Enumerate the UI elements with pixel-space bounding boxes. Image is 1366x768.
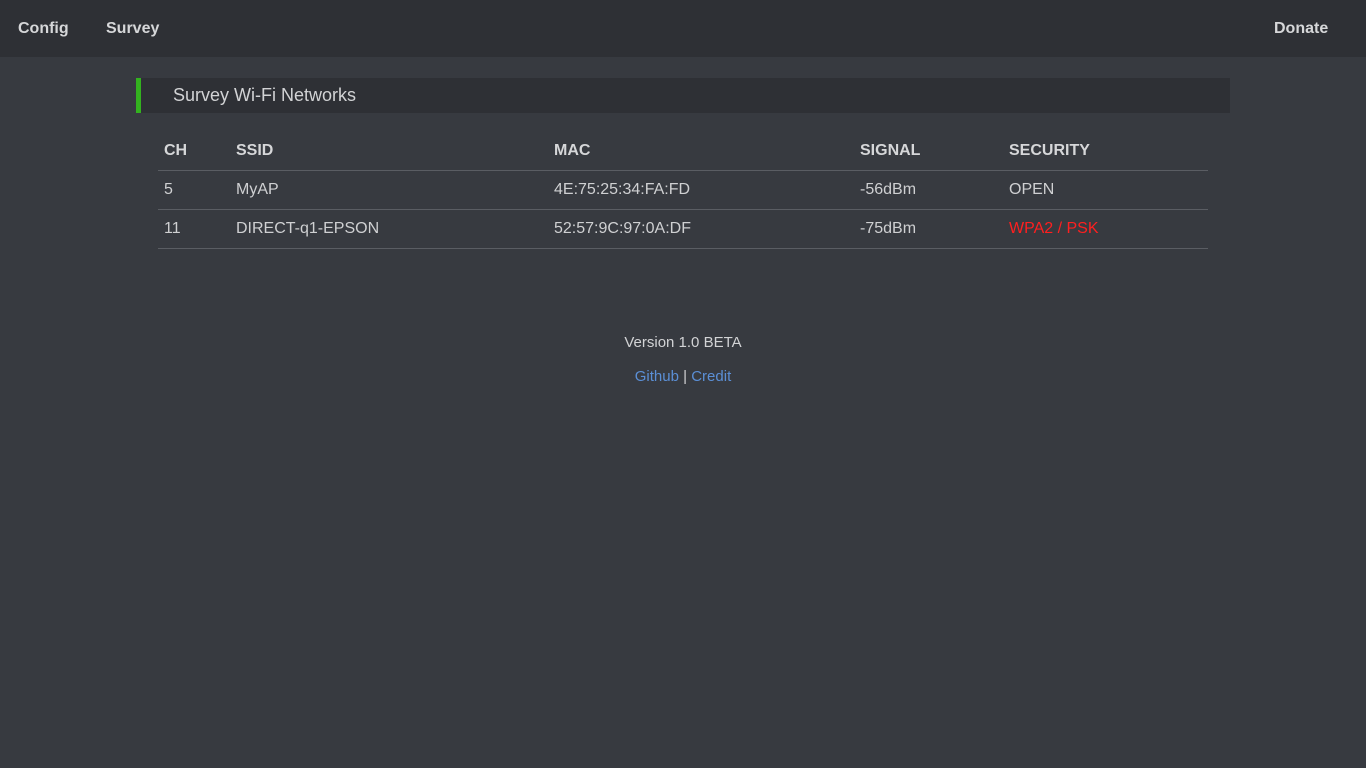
cell-security: WPA2 / PSK: [1003, 209, 1208, 249]
column-header-ch: CH: [158, 131, 230, 171]
section-header: Survey Wi-Fi Networks: [136, 78, 1230, 113]
credit-link[interactable]: Credit: [691, 368, 731, 385]
footer: Version 1.0 BETA Github | Credit: [0, 333, 1366, 387]
table-row: 5 MyAP 4E:75:25:34:FA:FD -56dBm OPEN: [158, 170, 1208, 210]
table-row: 11 DIRECT-q1-EPSON 52:57:9C:97:0A:DF -75…: [158, 209, 1208, 249]
column-header-mac: MAC: [548, 131, 854, 171]
cell-channel: 11: [158, 209, 230, 249]
footer-links: Github | Credit: [0, 367, 1366, 387]
cell-signal: -56dBm: [854, 170, 1003, 210]
cell-ssid: DIRECT-q1-EPSON: [230, 209, 548, 249]
column-header-security: SECURITY: [1003, 131, 1208, 171]
cell-channel: 5: [158, 170, 230, 210]
cell-ssid: MyAP: [230, 170, 548, 210]
column-header-signal: SIGNAL: [854, 131, 1003, 171]
cell-signal: -75dBm: [854, 209, 1003, 249]
nav-survey-link[interactable]: Survey: [106, 0, 159, 57]
networks-table: CH SSID MAC SIGNAL SECURITY 5 MyAP 4E:75…: [158, 131, 1208, 249]
cell-mac: 52:57:9C:97:0A:DF: [548, 209, 854, 249]
column-header-ssid: SSID: [230, 131, 548, 171]
cell-mac: 4E:75:25:34:FA:FD: [548, 170, 854, 210]
nav-donate-link[interactable]: Donate: [1274, 0, 1328, 57]
page-title: Survey Wi-Fi Networks: [173, 85, 357, 105]
cell-security: OPEN: [1003, 170, 1208, 210]
github-link[interactable]: Github: [635, 368, 679, 385]
version-text: Version 1.0 BETA: [624, 334, 742, 351]
nav-config-link[interactable]: Config: [18, 0, 69, 57]
link-separator: |: [683, 368, 688, 385]
top-navbar: Config Survey Donate: [0, 0, 1366, 57]
table-header-row: CH SSID MAC SIGNAL SECURITY: [158, 131, 1208, 171]
